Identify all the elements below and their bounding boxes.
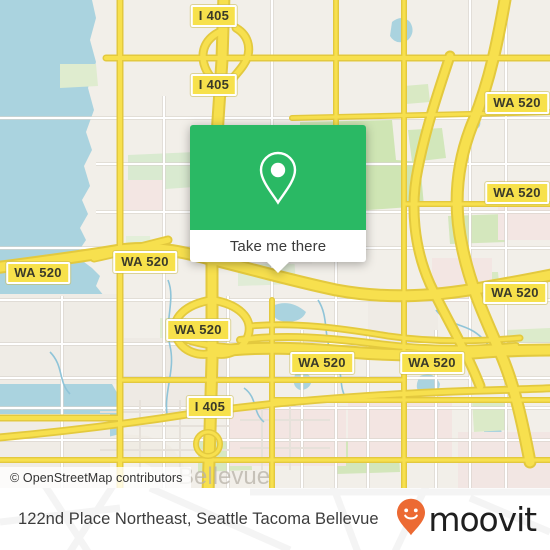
road-shield: WA 520 bbox=[113, 251, 177, 273]
map-park-5 bbox=[60, 64, 98, 88]
road-shield: I 405 bbox=[190, 74, 238, 96]
moovit-map-screenshot: Bellevue I 405 I 405 WA 520 WA 520 WA 520 WA … bbox=[0, 0, 550, 550]
take-me-there-popup[interactable]: Take me there bbox=[190, 125, 366, 273]
road-shield: WA 520 bbox=[400, 352, 464, 374]
take-me-there-label: Take me there bbox=[229, 237, 327, 255]
map-park-6 bbox=[404, 84, 430, 104]
footer-bar: 122nd Place Northeast, Seattle Tacoma Be… bbox=[0, 488, 550, 550]
road-shield: WA 520 bbox=[166, 319, 230, 341]
location-pin-icon bbox=[256, 150, 300, 206]
location-title: 122nd Place Northeast, Seattle Tacoma Be… bbox=[18, 509, 379, 528]
road-shield: I 405 bbox=[190, 5, 238, 27]
popup-pointer bbox=[267, 262, 289, 273]
road-shield: WA 520 bbox=[6, 262, 70, 284]
map-park-11 bbox=[472, 400, 508, 432]
road-shield: WA 520 bbox=[290, 352, 354, 374]
road-shield: I 405 bbox=[186, 396, 234, 418]
map-city-label: Bellevue bbox=[178, 463, 270, 488]
osm-attribution[interactable]: © OpenStreetMap contributors bbox=[0, 467, 191, 488]
moovit-logo[interactable]: moovit bbox=[396, 498, 537, 541]
popup-header bbox=[190, 125, 366, 230]
road-shield: WA 520 bbox=[485, 92, 549, 114]
map-landuse-retail-3 bbox=[122, 180, 164, 210]
road-shield: WA 520 bbox=[485, 182, 549, 204]
popup-action-bar[interactable]: Take me there bbox=[190, 230, 366, 273]
road-shield: WA 520 bbox=[483, 282, 547, 304]
moovit-wordmark: moovit bbox=[428, 499, 537, 539]
moovit-smiley-pin-icon bbox=[396, 498, 426, 541]
